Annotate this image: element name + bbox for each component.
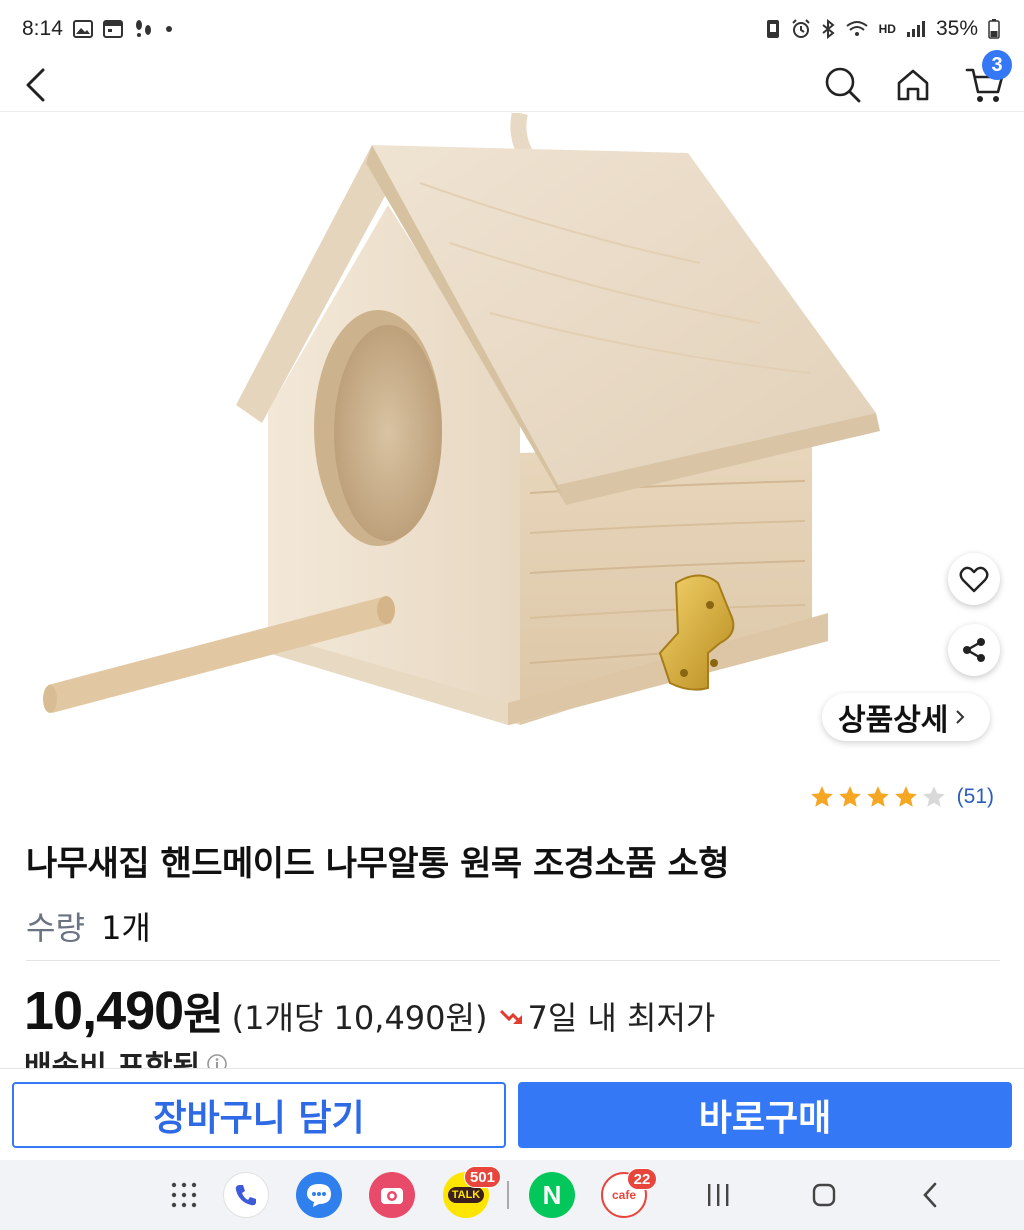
naver-label: N <box>542 1179 562 1210</box>
home-button[interactable] <box>886 58 940 112</box>
search-button[interactable] <box>816 58 870 112</box>
buy-now-button[interactable]: 바로구매 <box>518 1082 1012 1148</box>
recent-apps-button[interactable] <box>694 1171 742 1219</box>
star-icon <box>894 786 917 807</box>
lowest-price-label: 7일 내 최저가 <box>527 999 716 1037</box>
nav-separator <box>506 1171 510 1219</box>
product-detail-button[interactable]: 상품상세 <box>822 693 991 741</box>
star-icon <box>838 786 861 807</box>
dot-icon <box>165 25 173 33</box>
price-value: 10,490 <box>24 981 184 1041</box>
system-nav-bar: TALK 501 N cafe 22 <box>0 1160 1024 1230</box>
action-bar: 장바구니 담기 바로구매 <box>0 1068 1024 1160</box>
kakaotalk-label: TALK <box>447 1187 485 1203</box>
share-icon <box>963 638 985 662</box>
apps-grid-icon <box>171 1182 197 1208</box>
rating-stars <box>809 784 947 810</box>
naver-icon: N <box>529 1172 575 1218</box>
messages-app[interactable] <box>295 1171 343 1219</box>
product-title: 나무새집 핸드메이드 나무알통 원목 조경소품 소형 <box>26 844 730 884</box>
cafe-app[interactable]: cafe 22 <box>600 1168 657 1219</box>
status-left: 8:14 <box>22 17 173 41</box>
kakaotalk-app[interactable]: TALK 501 <box>442 1166 501 1219</box>
review-count[interactable]: (51) <box>957 785 994 809</box>
recent-apps-icon <box>708 1184 729 1206</box>
kakaotalk-badge: 501 <box>463 1166 501 1188</box>
battery-text: 35% <box>935 17 978 40</box>
gallery-icon <box>72 20 93 38</box>
search-icon <box>825 67 861 103</box>
quantity-value: 1개 <box>101 909 151 947</box>
cafe-label: cafe <box>611 1188 637 1202</box>
hd-voice-icon: HD <box>879 23 896 35</box>
chevron-right-icon <box>956 710 965 724</box>
share-button[interactable] <box>948 624 1000 676</box>
status-time: 8:14 <box>22 17 63 40</box>
hd-label: HD <box>878 22 896 36</box>
wifi-icon <box>845 20 869 38</box>
trend-down-icon <box>500 1009 523 1025</box>
back-button[interactable] <box>8 58 62 112</box>
lowest-price-badge: 7일 내 최저가 <box>499 993 715 1039</box>
price-currency: 원 <box>183 989 224 1040</box>
cart-count-badge: 3 <box>982 50 1012 80</box>
home-nav-button[interactable] <box>800 1171 848 1219</box>
status-right: HD 35% <box>765 17 1000 41</box>
product-detail-label: 상품상세 <box>838 703 949 738</box>
price-row: 10,490 원 (1개당 10,490원) 7일 내 최저가 <box>24 978 715 1042</box>
rating[interactable]: (51) <box>809 784 994 810</box>
home-square-icon <box>812 1183 836 1207</box>
back-nav-button[interactable] <box>906 1171 954 1219</box>
bluetooth-icon <box>821 19 835 39</box>
status-bar: 8:14 HD 35% <box>0 0 1024 58</box>
star-icon <box>810 786 833 807</box>
alarm-icon <box>791 19 811 39</box>
divider <box>26 960 1000 961</box>
calendar-icon <box>102 20 123 38</box>
cafe-icon: cafe 22 <box>601 1168 657 1218</box>
camera-icon <box>369 1172 415 1218</box>
add-to-cart-button[interactable]: 장바구니 담기 <box>12 1082 506 1148</box>
message-icon <box>296 1172 342 1218</box>
wishlist-button[interactable] <box>948 553 1000 605</box>
heart-icon <box>959 566 989 593</box>
app-drawer-button[interactable] <box>160 1171 208 1219</box>
back-icon <box>26 68 45 102</box>
back-nav-icon <box>923 1182 937 1208</box>
app-bar: 3 <box>0 50 1024 112</box>
quantity: 수량 1개 <box>26 903 151 949</box>
star-icon <box>866 786 889 807</box>
kakaotalk-icon: TALK 501 <box>443 1166 501 1218</box>
cart-button[interactable]: 3 <box>958 50 1012 112</box>
nfc-icon <box>765 19 781 39</box>
naver-app[interactable]: N <box>528 1171 576 1219</box>
phone-app[interactable] <box>222 1171 270 1219</box>
unit-price: (1개당 10,490원) <box>231 999 488 1037</box>
home-icon <box>897 69 929 101</box>
star-icon <box>922 786 945 807</box>
battery-icon <box>988 19 1000 39</box>
cafe-badge: 22 <box>627 1168 657 1190</box>
signal-icon <box>906 20 926 38</box>
product-image[interactable] <box>0 113 1024 763</box>
steps-icon <box>133 19 155 39</box>
camera-app[interactable] <box>368 1171 416 1219</box>
birdhouse-illustration <box>43 113 880 725</box>
phone-icon <box>223 1172 269 1218</box>
quantity-label: 수량 <box>26 909 85 947</box>
